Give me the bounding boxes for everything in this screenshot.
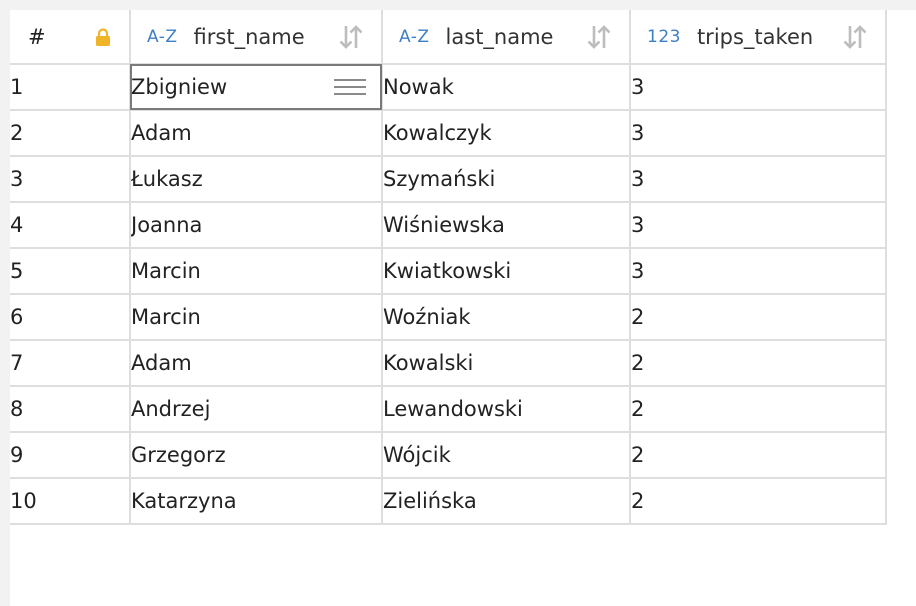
cell-first-name[interactable]: Marcin <box>129 293 383 341</box>
cell-first-name[interactable]: Joanna <box>129 201 383 249</box>
cell-first-name[interactable]: Adam <box>129 109 383 157</box>
cell-trips-taken[interactable]: 3 <box>629 109 887 157</box>
cell-first-name[interactable]: Łukasz <box>129 155 383 203</box>
table-row[interactable]: 3 Łukasz Szymański 3 <box>10 155 887 203</box>
column-header-first-name[interactable]: A-Z first_name <box>129 10 383 65</box>
text-type-icon: A-Z <box>147 26 178 47</box>
table-row[interactable]: 4 Joanna Wiśniewska 3 <box>10 201 887 249</box>
menu-icon[interactable] <box>333 78 367 96</box>
result-grid-panel: # A-Z first_name A-Z last_name 123 trips… <box>10 10 916 606</box>
cell-trips-taken[interactable]: 2 <box>629 385 887 433</box>
cell-first-name-selected[interactable]: Zbigniew <box>129 63 383 111</box>
cell-first-name[interactable]: Marcin <box>129 247 383 295</box>
cell-trips-taken[interactable]: 3 <box>629 247 887 295</box>
cell-trips-taken[interactable]: 2 <box>629 293 887 341</box>
sort-icon[interactable] <box>841 23 869 51</box>
row-number[interactable]: 8 <box>10 385 131 433</box>
result-grid: # A-Z first_name A-Z last_name 123 trips… <box>10 10 887 525</box>
cell-last-name[interactable]: Nowak <box>381 63 631 111</box>
row-number[interactable]: 9 <box>10 431 131 479</box>
cell-first-name[interactable]: Grzegorz <box>129 431 383 479</box>
text-type-icon: A-Z <box>399 26 430 47</box>
sort-icon[interactable] <box>585 23 613 51</box>
row-number[interactable]: 5 <box>10 247 131 295</box>
table-row[interactable]: 9 Grzegorz Wójcik 2 <box>10 431 887 479</box>
column-label-first-name: first_name <box>193 24 305 49</box>
table-row[interactable]: 5 Marcin Kwiatkowski 3 <box>10 247 887 295</box>
lock-icon <box>96 27 110 46</box>
cell-trips-taken[interactable]: 2 <box>629 431 887 479</box>
row-number[interactable]: 3 <box>10 155 131 203</box>
cell-last-name[interactable]: Wiśniewska <box>381 201 631 249</box>
row-number[interactable]: 2 <box>10 109 131 157</box>
number-type-icon: 123 <box>647 26 681 47</box>
row-number[interactable]: 7 <box>10 339 131 387</box>
cell-last-name[interactable]: Kowalczyk <box>381 109 631 157</box>
cell-trips-taken[interactable]: 2 <box>629 477 887 525</box>
cell-last-name[interactable]: Lewandowski <box>381 385 631 433</box>
cell-first-name[interactable]: Adam <box>129 339 383 387</box>
cell-first-name[interactable]: Katarzyna <box>129 477 383 525</box>
table-row[interactable]: 10 Katarzyna Zielińska 2 <box>10 477 887 525</box>
cell-last-name[interactable]: Kwiatkowski <box>381 247 631 295</box>
column-header-last-name[interactable]: A-Z last_name <box>381 10 631 65</box>
cell-last-name[interactable]: Szymański <box>381 155 631 203</box>
cell-last-name[interactable]: Woźniak <box>381 293 631 341</box>
sort-icon[interactable] <box>337 23 365 51</box>
column-header-trips-taken[interactable]: 123 trips_taken <box>629 10 887 65</box>
column-label-trips-taken: trips_taken <box>696 24 814 49</box>
table-row[interactable]: 1 Zbigniew Nowak 3 <box>10 63 887 111</box>
index-column-label: # <box>28 24 46 49</box>
table-row[interactable]: 7 Adam Kowalski 2 <box>10 339 887 387</box>
column-header-index[interactable]: # <box>10 10 131 65</box>
cell-first-name[interactable]: Andrzej <box>129 385 383 433</box>
cell-trips-taken[interactable]: 3 <box>629 63 887 111</box>
table-row[interactable]: 8 Andrzej Lewandowski 2 <box>10 385 887 433</box>
row-number[interactable]: 1 <box>10 63 131 111</box>
row-number[interactable]: 10 <box>10 477 131 525</box>
row-number[interactable]: 4 <box>10 201 131 249</box>
cell-trips-taken[interactable]: 2 <box>629 339 887 387</box>
cell-value: Zbigniew <box>131 75 228 99</box>
cell-last-name[interactable]: Zielińska <box>381 477 631 525</box>
column-label-last-name: last_name <box>445 24 554 49</box>
header-row: # A-Z first_name A-Z last_name 123 trips… <box>10 10 887 65</box>
table-row[interactable]: 2 Adam Kowalczyk 3 <box>10 109 887 157</box>
cell-trips-taken[interactable]: 3 <box>629 201 887 249</box>
table-row[interactable]: 6 Marcin Woźniak 2 <box>10 293 887 341</box>
row-number[interactable]: 6 <box>10 293 131 341</box>
cell-last-name[interactable]: Wójcik <box>381 431 631 479</box>
cell-last-name[interactable]: Kowalski <box>381 339 631 387</box>
cell-trips-taken[interactable]: 3 <box>629 155 887 203</box>
